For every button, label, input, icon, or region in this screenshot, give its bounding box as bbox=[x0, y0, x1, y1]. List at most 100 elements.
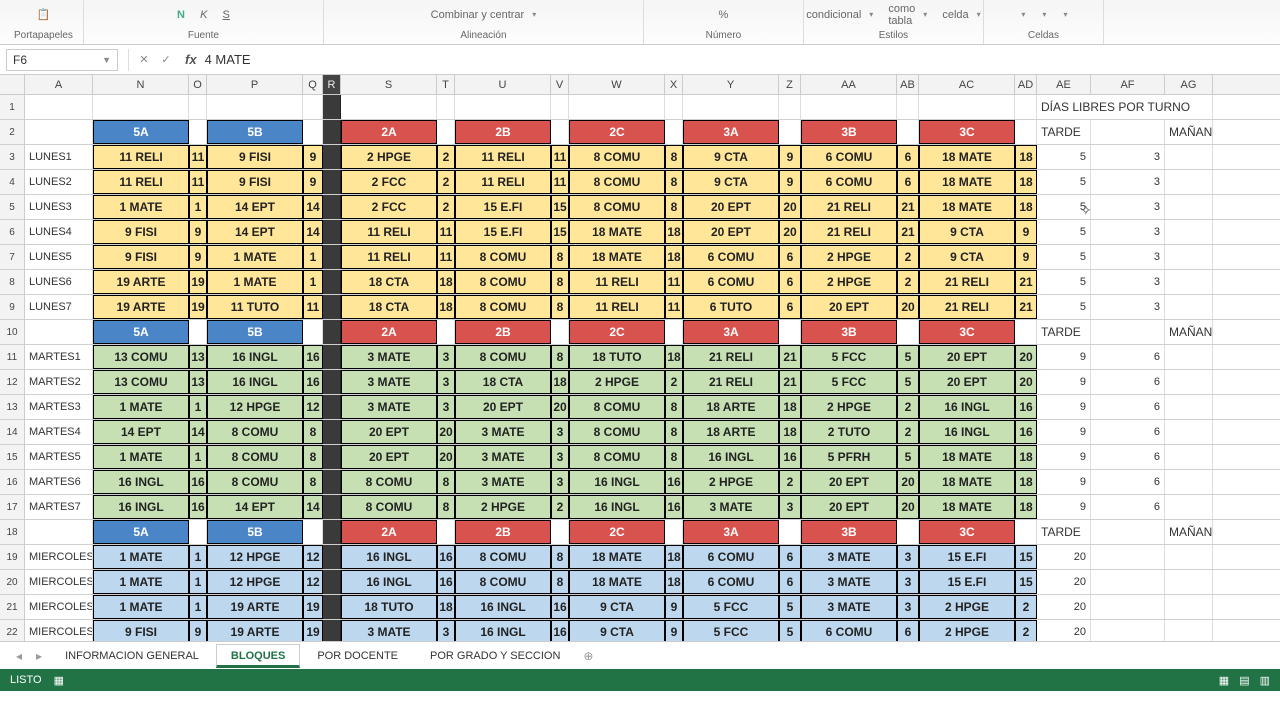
cell[interactable]: 18 CTA bbox=[341, 295, 437, 319]
cell[interactable]: 3 bbox=[551, 445, 569, 469]
cell[interactable]: 9 bbox=[1037, 495, 1091, 519]
col-AA[interactable]: AA bbox=[801, 75, 897, 94]
cell[interactable]: 5 bbox=[1037, 170, 1091, 194]
cell[interactable]: 3 MATE bbox=[455, 445, 551, 469]
cell[interactable]: 8 COMU bbox=[455, 345, 551, 369]
cell[interactable] bbox=[1165, 245, 1213, 269]
cell[interactable] bbox=[323, 545, 341, 569]
view-normal-icon[interactable]: ▦ bbox=[1219, 674, 1229, 687]
cell[interactable]: 9 bbox=[189, 220, 207, 244]
cell[interactable] bbox=[1091, 620, 1165, 641]
cell[interactable] bbox=[323, 245, 341, 269]
cell[interactable]: 18 MATE bbox=[919, 470, 1015, 494]
col-V[interactable]: V bbox=[551, 75, 569, 94]
cell[interactable]: 18 bbox=[437, 295, 455, 319]
cell[interactable]: 9 bbox=[1037, 470, 1091, 494]
cell[interactable] bbox=[303, 95, 323, 119]
cell[interactable]: 9 bbox=[1037, 345, 1091, 369]
view-layout-icon[interactable]: ▤ bbox=[1239, 674, 1249, 687]
cell[interactable]: 20 bbox=[897, 470, 919, 494]
cell[interactable]: 18 bbox=[1015, 470, 1037, 494]
cell[interactable]: 9 bbox=[1037, 370, 1091, 394]
table-row[interactable]: 11MARTES113 COMU1316 INGL163 MATE38 COMU… bbox=[0, 345, 1280, 370]
cell[interactable]: 8 bbox=[551, 270, 569, 294]
cell[interactable]: 14 EPT bbox=[93, 420, 189, 444]
cell[interactable] bbox=[189, 120, 207, 144]
cell[interactable]: 18 bbox=[1015, 145, 1037, 169]
cell[interactable] bbox=[323, 370, 341, 394]
cell[interactable]: 8 bbox=[551, 345, 569, 369]
fx-icon[interactable]: fx bbox=[185, 52, 197, 67]
col-R[interactable]: R bbox=[323, 75, 341, 94]
cell[interactable]: 3 bbox=[897, 595, 919, 619]
cell[interactable]: 3 bbox=[437, 370, 455, 394]
cell[interactable] bbox=[189, 320, 207, 344]
cell[interactable]: 5 FCC bbox=[683, 595, 779, 619]
cell[interactable]: 2 HPGE bbox=[919, 595, 1015, 619]
cell[interactable]: 3 bbox=[779, 495, 801, 519]
cell[interactable]: 2 bbox=[1015, 620, 1037, 641]
cell[interactable]: 20 EPT bbox=[801, 295, 897, 319]
cell[interactable] bbox=[1091, 520, 1165, 544]
cell[interactable]: 6 bbox=[779, 245, 801, 269]
cell[interactable]: 2 TUTO bbox=[801, 420, 897, 444]
cancel-icon[interactable]: ✕ bbox=[133, 49, 155, 71]
cell[interactable] bbox=[323, 520, 341, 544]
cell[interactable]: 11 bbox=[551, 170, 569, 194]
cell[interactable] bbox=[1015, 320, 1037, 344]
cell[interactable]: 5B bbox=[207, 120, 303, 144]
cell[interactable]: 2 HPGE bbox=[455, 495, 551, 519]
cell[interactable]: 1 bbox=[303, 270, 323, 294]
cell[interactable]: 9 bbox=[189, 245, 207, 269]
cell[interactable] bbox=[1015, 95, 1037, 119]
cell[interactable]: 6 COMU bbox=[683, 545, 779, 569]
cell[interactable]: 18 TUTO bbox=[341, 595, 437, 619]
cell[interactable]: 2 HPGE bbox=[801, 395, 897, 419]
cell[interactable]: 18 bbox=[1015, 495, 1037, 519]
cell[interactable]: DÍAS LIBRES POR TURNO bbox=[1037, 95, 1213, 119]
cell[interactable] bbox=[897, 95, 919, 119]
cell[interactable]: 3A bbox=[683, 320, 779, 344]
cell[interactable]: 3 bbox=[1091, 270, 1165, 294]
cell[interactable]: 3A bbox=[683, 520, 779, 544]
cell[interactable]: 19 ARTE bbox=[207, 620, 303, 641]
cell[interactable] bbox=[189, 520, 207, 544]
cell[interactable]: 16 bbox=[437, 570, 455, 594]
cell[interactable]: 2 bbox=[779, 470, 801, 494]
cell[interactable]: 9 CTA bbox=[569, 620, 665, 641]
cell[interactable] bbox=[665, 320, 683, 344]
cell[interactable]: 20 EPT bbox=[801, 470, 897, 494]
cell[interactable]: 3 bbox=[437, 345, 455, 369]
table-row[interactable]: 19MIERCOLES11 MATE112 HPGE1216 INGL168 C… bbox=[0, 545, 1280, 570]
tab-bloques[interactable]: BLOQUES bbox=[216, 644, 300, 668]
col-AF[interactable]: AF bbox=[1091, 75, 1165, 94]
cell[interactable]: 3 MATE bbox=[341, 345, 437, 369]
cell[interactable]: 19 ARTE bbox=[93, 295, 189, 319]
cell[interactable] bbox=[779, 120, 801, 144]
cell[interactable]: 15 bbox=[1015, 570, 1037, 594]
cell[interactable]: 13 COMU bbox=[93, 370, 189, 394]
cell[interactable]: 9 bbox=[1037, 420, 1091, 444]
cell[interactable]: 8 bbox=[437, 495, 455, 519]
cell[interactable]: 18 ARTE bbox=[683, 420, 779, 444]
cell[interactable]: 8 bbox=[303, 445, 323, 469]
cell[interactable]: 20 bbox=[437, 420, 455, 444]
cell[interactable]: 3 MATE bbox=[801, 545, 897, 569]
accept-icon[interactable]: ✓ bbox=[155, 49, 177, 71]
cell[interactable]: 3 MATE bbox=[455, 470, 551, 494]
cell[interactable]: 20 EPT bbox=[683, 220, 779, 244]
col-AG[interactable]: AG bbox=[1165, 75, 1213, 94]
cell[interactable]: 18 MATE bbox=[919, 145, 1015, 169]
cell[interactable]: 3 MATE bbox=[801, 570, 897, 594]
cell[interactable] bbox=[455, 95, 551, 119]
cell[interactable]: 6 bbox=[1091, 445, 1165, 469]
cell[interactable]: 3 MATE bbox=[683, 495, 779, 519]
cell[interactable] bbox=[665, 120, 683, 144]
cell[interactable] bbox=[551, 320, 569, 344]
col-Q[interactable]: Q bbox=[303, 75, 323, 94]
cell[interactable]: 16 INGL bbox=[341, 570, 437, 594]
table-row[interactable]: 185A5B2A2B2C3A3B3CTARDEMAÑAN bbox=[0, 520, 1280, 545]
cell[interactable]: 16 INGL bbox=[569, 495, 665, 519]
cell-styles[interactable]: celda bbox=[942, 9, 968, 21]
cell[interactable]: 9 bbox=[1015, 220, 1037, 244]
